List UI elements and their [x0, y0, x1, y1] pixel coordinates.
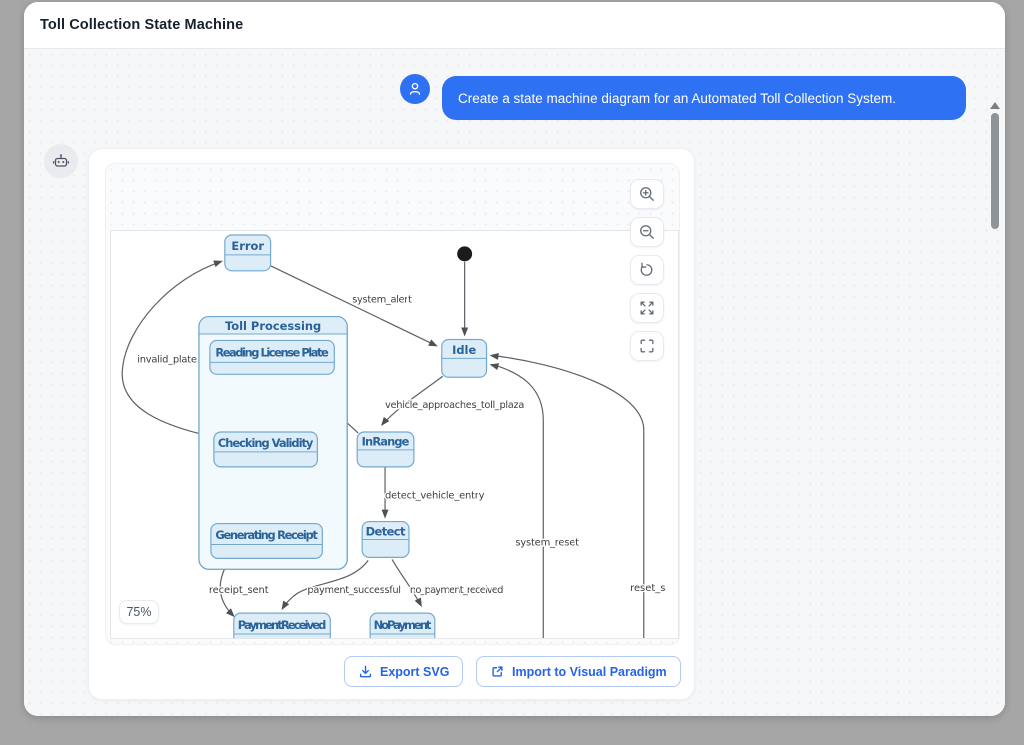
transition-label-invalid-plate: invalid_plate — [137, 354, 197, 365]
state-reading-license-plate-label: Reading License Plate — [215, 345, 329, 359]
state-nopayment-label: NoPayment — [374, 618, 432, 632]
expand-icon — [637, 298, 657, 318]
state-nopayment[interactable]: NoPayment — [370, 613, 435, 639]
scrollbar-thumb[interactable] — [991, 113, 999, 229]
scrollbar-up-arrow[interactable] — [990, 102, 1000, 109]
download-icon — [358, 664, 373, 679]
state-error[interactable]: Error — [225, 235, 271, 271]
desktop-background: Toll Collection State Machine Create a s… — [0, 0, 1024, 745]
state-reading-license-plate[interactable]: Reading License Plate — [210, 340, 334, 374]
export-svg-label: Export SVG — [380, 665, 449, 679]
state-machine-canvas[interactable]: system_alert invalid_plate vehicle_appro… — [110, 230, 679, 639]
state-paymentreceived[interactable]: PaymentReceived — [234, 613, 331, 639]
transition-label-reset-system-clipped: reset_s — [630, 583, 665, 594]
zoom-controls — [630, 179, 664, 361]
expand-button[interactable] — [630, 293, 664, 323]
external-link-icon — [490, 664, 505, 679]
reset-icon — [637, 260, 657, 280]
transition-initial-idle — [461, 262, 468, 337]
transition-detect-nopayment: no_payment_received — [392, 559, 503, 608]
zoom-in-button[interactable] — [630, 179, 664, 209]
state-idle-label: Idle — [452, 343, 476, 357]
transition-label-detect-vehicle-entry: detect_vehicle_entry — [385, 491, 485, 502]
import-visual-paradigm-label: Import to Visual Paradigm — [512, 665, 667, 679]
state-idle[interactable]: Idle — [442, 339, 487, 377]
zoom-in-icon — [637, 184, 657, 204]
diagram-card: system_alert invalid_plate vehicle_appro… — [88, 148, 695, 700]
transition-inrange-detect: detect_vehicle_entry — [382, 467, 485, 519]
transition-nopayment-idle: reset_s — [489, 352, 665, 638]
transition-label-system-alert: system_alert — [352, 295, 412, 306]
state-detect[interactable]: Detect — [362, 522, 409, 558]
state-generating-receipt[interactable]: Generating Receipt — [211, 524, 322, 559]
reset-view-button[interactable] — [630, 255, 664, 285]
state-inrange[interactable]: InRange — [357, 432, 414, 467]
person-icon — [407, 81, 423, 97]
transition-label-system-reset: system_reset — [515, 537, 579, 548]
export-svg-button[interactable]: Export SVG — [344, 656, 463, 687]
fit-view-icon — [637, 336, 657, 356]
app-header: Toll Collection State Machine — [24, 2, 1005, 49]
fit-view-button[interactable] — [630, 331, 664, 361]
diagram-viewport[interactable]: system_alert invalid_plate vehicle_appro… — [105, 163, 680, 645]
transition-label-receipt-sent: receipt_sent — [209, 585, 269, 596]
user-avatar — [400, 74, 430, 104]
transition-label-no-payment-received: no_payment_received — [410, 585, 504, 596]
zoom-out-icon — [637, 222, 657, 242]
zoom-out-button[interactable] — [630, 217, 664, 247]
robot-icon — [52, 152, 70, 170]
chat-content-area: Create a state machine diagram for an Au… — [24, 49, 1005, 716]
assistant-avatar — [44, 144, 78, 178]
state-generating-receipt-label: Generating Receipt — [215, 528, 318, 542]
state-detect-label: Detect — [366, 525, 406, 539]
transition-label-payment-successful: payment_successful — [307, 585, 401, 596]
initial-state-node[interactable] — [457, 246, 472, 261]
user-message-bubble: Create a state machine diagram for an Au… — [442, 76, 966, 120]
transition-label-vehicle-approaches: vehicle_approaches_toll_plaza — [385, 400, 524, 411]
state-paymentreceived-label: PaymentReceived — [238, 618, 327, 632]
transition-idle-inrange: vehicle_approaches_toll_plaza — [378, 376, 524, 428]
import-visual-paradigm-button[interactable]: Import to Visual Paradigm — [476, 656, 681, 687]
state-error-label: Error — [231, 239, 264, 253]
app-window: Toll Collection State Machine Create a s… — [24, 2, 1005, 716]
state-checking-validity-label: Checking Validity — [218, 436, 314, 450]
page-title: Toll Collection State Machine — [40, 17, 243, 33]
state-toll-processing-label: Toll Processing — [225, 319, 321, 333]
state-inrange-label: InRange — [362, 434, 410, 448]
zoom-level-badge: 75% — [119, 600, 159, 624]
state-checking-validity[interactable]: Checking Validity — [214, 432, 317, 467]
